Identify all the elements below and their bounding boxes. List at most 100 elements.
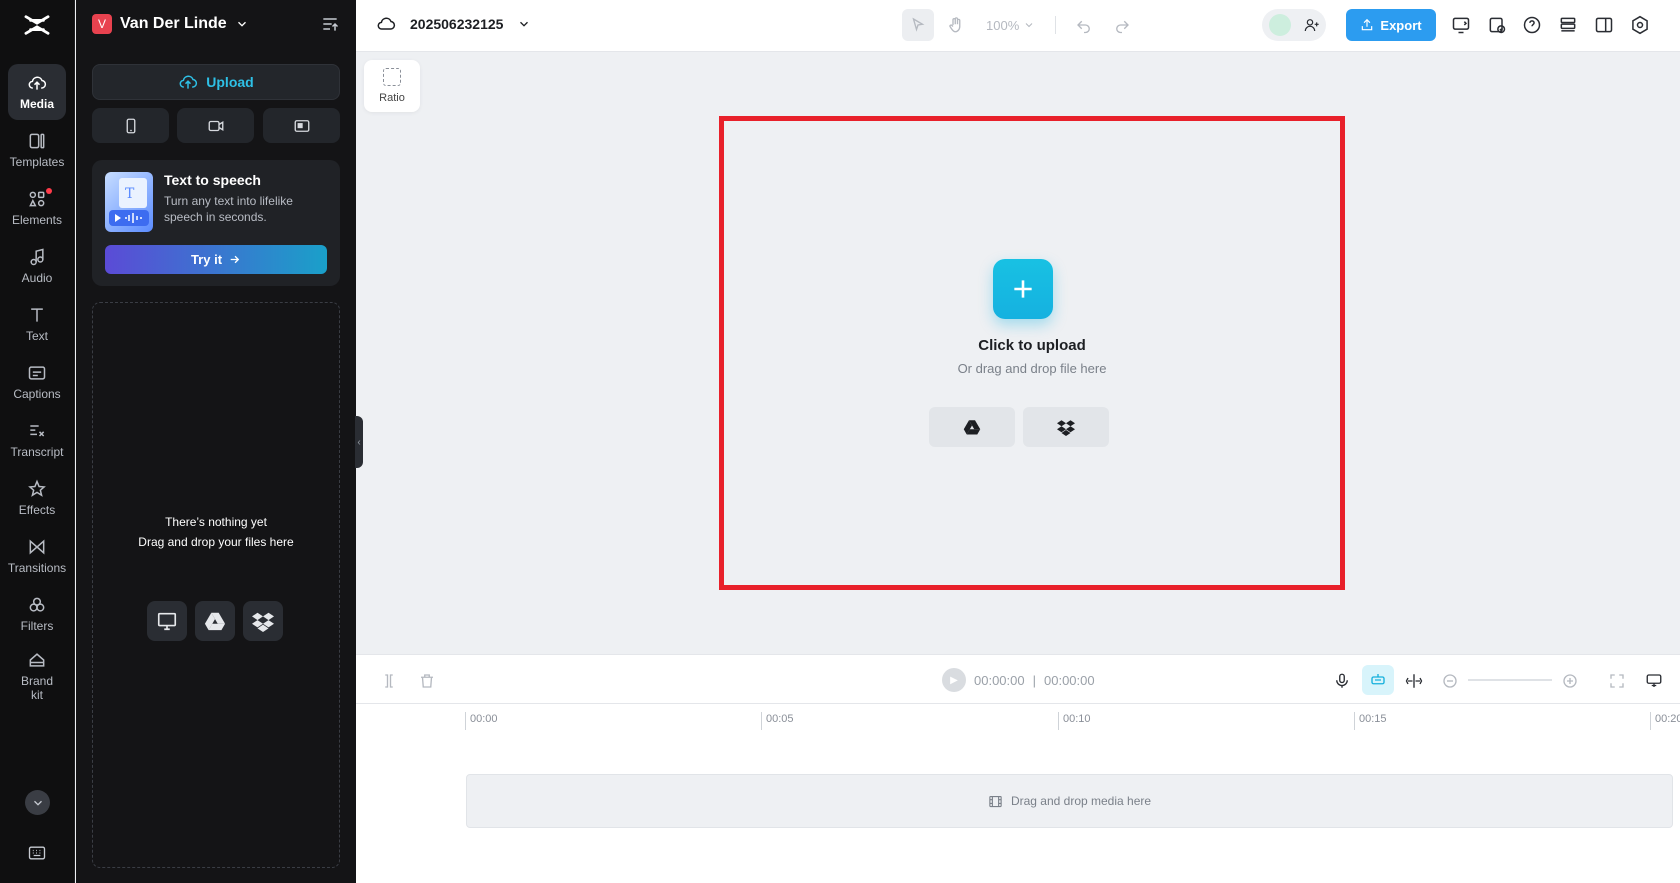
rail-item-label: Transitions bbox=[7, 561, 67, 575]
svg-text:T: T bbox=[125, 186, 135, 202]
record-screen-button[interactable] bbox=[263, 108, 340, 143]
tts-try-button[interactable]: Try it bbox=[105, 245, 327, 274]
review-icon[interactable] bbox=[1486, 14, 1508, 36]
canvas-google-drive-button[interactable] bbox=[929, 407, 1015, 447]
rail-item-captions[interactable]: Captions bbox=[8, 354, 66, 410]
panel-collapse-handle[interactable]: ‹ bbox=[355, 416, 363, 468]
current-time: 00:00:00 bbox=[974, 672, 1025, 688]
rail-item-elements[interactable]: Elements bbox=[8, 180, 66, 236]
chevron-down-icon bbox=[520, 21, 529, 27]
rail-item-filters[interactable]: Filters bbox=[8, 586, 66, 642]
export-button[interactable]: Export bbox=[1346, 9, 1436, 41]
film-icon bbox=[989, 795, 1002, 807]
zoom-in-icon[interactable] bbox=[1559, 670, 1581, 692]
ruler-tick: 00:20 bbox=[1650, 712, 1680, 730]
empty-title: There’s nothing yet bbox=[165, 515, 267, 529]
microphone-icon[interactable] bbox=[1331, 670, 1353, 692]
music-note-icon bbox=[30, 248, 44, 266]
record-video-button[interactable] bbox=[177, 108, 254, 143]
project-title-area[interactable]: 202506232125 bbox=[376, 14, 531, 34]
screen-record-icon bbox=[294, 119, 309, 132]
canvas-upload-zone[interactable]: Click to upload Or drag and drop file he… bbox=[719, 116, 1345, 590]
split-icon[interactable] bbox=[378, 670, 400, 692]
rail-item-transitions[interactable]: Transitions bbox=[8, 528, 66, 584]
panel-sort-icon[interactable] bbox=[320, 14, 340, 39]
main-track-dropzone[interactable]: Drag and drop media here bbox=[466, 774, 1673, 828]
track-hint: Drag and drop media here bbox=[1010, 794, 1152, 808]
notification-dot bbox=[46, 188, 52, 194]
layers-icon[interactable] bbox=[1557, 14, 1579, 36]
ratio-button[interactable]: Ratio bbox=[364, 60, 420, 112]
plus-icon bbox=[1014, 280, 1032, 298]
upload-from-computer-button[interactable] bbox=[147, 601, 187, 641]
project-name: 202506232125 bbox=[410, 16, 504, 32]
top-bar: 202506232125 100% Export bbox=[356, 0, 1680, 52]
workspace-switcher[interactable]: V Van Der Linde bbox=[92, 12, 249, 36]
workspace-avatar: V bbox=[92, 14, 112, 34]
keyboard-shortcuts-icon[interactable] bbox=[27, 843, 47, 868]
split-screen-icon[interactable] bbox=[1403, 670, 1425, 692]
ratio-icon bbox=[383, 68, 401, 86]
google-drive-icon bbox=[963, 420, 981, 435]
collaborators[interactable] bbox=[1262, 9, 1326, 41]
cloud-upload-icon bbox=[179, 75, 198, 89]
timeline-toolbar: ▶ 00:00:00 | 00:00:00 bbox=[356, 654, 1680, 704]
settings-gear-icon[interactable] bbox=[1629, 14, 1651, 36]
transcript-icon bbox=[30, 425, 45, 437]
delete-icon[interactable] bbox=[416, 670, 438, 692]
undo-icon[interactable] bbox=[1068, 9, 1100, 41]
rail-expand-button[interactable] bbox=[25, 790, 50, 815]
tts-try-label: Try it bbox=[190, 252, 223, 267]
fit-timeline-icon[interactable] bbox=[1606, 670, 1628, 692]
effects-icon bbox=[28, 479, 46, 497]
present-icon[interactable] bbox=[1450, 14, 1472, 36]
layout-panel-icon[interactable] bbox=[1593, 14, 1615, 36]
add-user-icon bbox=[1304, 19, 1319, 32]
auto-snap-toggle[interactable] bbox=[1362, 665, 1394, 695]
rail-item-label: Audio bbox=[21, 271, 53, 285]
media-drop-area[interactable]: There’s nothing yet Drag and drop your f… bbox=[92, 302, 340, 868]
rail-item-templates[interactable]: Templates bbox=[8, 122, 66, 178]
help-icon[interactable] bbox=[1521, 14, 1543, 36]
rail-item-label: Templates bbox=[9, 155, 65, 169]
timeline-zoom-slider[interactable] bbox=[1468, 679, 1552, 681]
canvas-dropbox-button[interactable] bbox=[1023, 407, 1109, 447]
dropbox-button[interactable] bbox=[243, 601, 283, 641]
rail-item-label: Transcript bbox=[10, 445, 64, 459]
rail-item-media[interactable]: Media bbox=[8, 64, 66, 120]
google-drive-button[interactable] bbox=[195, 601, 235, 641]
select-tool-icon[interactable] bbox=[902, 9, 934, 41]
cloud-icon bbox=[377, 17, 396, 30]
rail-item-label: Filters bbox=[20, 619, 54, 633]
brand-kit-icon bbox=[29, 653, 45, 667]
comment-icon[interactable] bbox=[1643, 670, 1665, 692]
rail-item-label: Elements bbox=[11, 213, 63, 227]
zoom-out-icon[interactable] bbox=[1439, 670, 1461, 692]
ruler-tick: 00:15 bbox=[1354, 712, 1387, 730]
rail-item-audio[interactable]: Audio bbox=[8, 238, 66, 294]
redo-icon[interactable] bbox=[1106, 9, 1138, 41]
divider bbox=[1055, 16, 1057, 34]
timeline-area[interactable]: 00:00 00:05 00:10 00:15 00:20 Drag and d… bbox=[356, 704, 1680, 883]
export-label: Export bbox=[1380, 17, 1422, 33]
rail-item-text[interactable]: Text bbox=[8, 296, 66, 352]
tts-title: Text to speech bbox=[164, 172, 261, 188]
dropbox-icon bbox=[1057, 420, 1075, 436]
arrow-right-icon bbox=[230, 255, 240, 264]
upload-from-phone-button[interactable] bbox=[92, 108, 169, 143]
rail-item-effects[interactable]: Effects bbox=[8, 470, 66, 526]
ruler-tick: 00:10 bbox=[1058, 712, 1091, 730]
google-drive-icon bbox=[204, 612, 226, 631]
hand-tool-icon[interactable] bbox=[940, 9, 972, 41]
play-button[interactable]: ▶ bbox=[942, 668, 966, 692]
capcut-logo-icon[interactable] bbox=[22, 12, 52, 38]
rail-item-brand-kit[interactable]: Brand kit bbox=[8, 644, 66, 708]
upload-button[interactable]: Upload bbox=[92, 64, 340, 100]
zoom-dropdown[interactable]: 100% bbox=[978, 18, 1043, 33]
chevron-down-icon bbox=[237, 21, 246, 27]
rail-item-transcript[interactable]: Transcript bbox=[8, 412, 66, 468]
elements-icon bbox=[29, 191, 45, 207]
export-icon bbox=[1362, 18, 1373, 31]
add-media-button[interactable] bbox=[993, 259, 1053, 319]
total-time: 00:00:00 bbox=[1044, 672, 1095, 688]
